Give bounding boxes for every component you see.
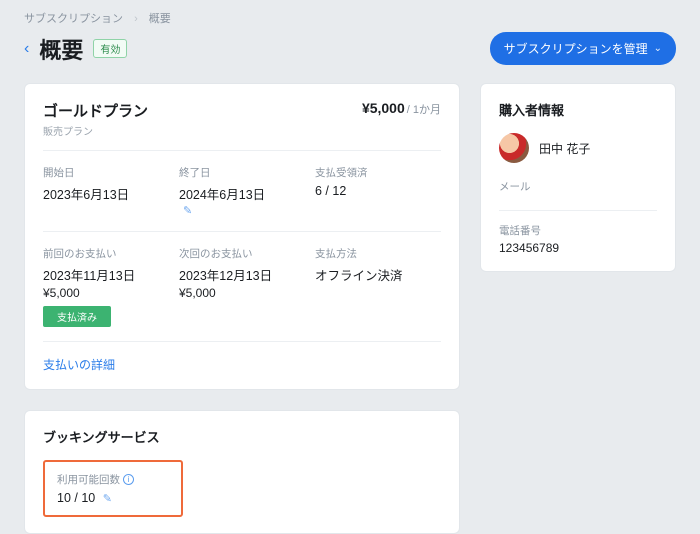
plan-name: ゴールドプラン [43, 100, 148, 121]
breadcrumb: サブスクリプション › 概要 [24, 10, 676, 26]
status-badge: 有効 [93, 39, 127, 58]
end-date-label: 終了日 [179, 165, 305, 180]
booking-card: ブッキングサービス 利用可能回数 i 10 / 10 ✎ [24, 410, 460, 534]
plan-period: / 1か月 [407, 104, 441, 116]
available-uses-box: 利用可能回数 i 10 / 10 ✎ [43, 460, 183, 517]
next-payment-date: 2023年12月13日 [179, 265, 305, 284]
phone-label: 電話番号 [499, 223, 657, 238]
breadcrumb-root[interactable]: サブスクリプション [24, 13, 123, 25]
available-uses-label: 利用可能回数 [57, 472, 120, 487]
pencil-icon[interactable]: ✎ [183, 204, 192, 217]
next-payment-label: 次回のお支払い [179, 246, 305, 261]
paid-badge: 支払済み [43, 306, 111, 327]
breadcrumb-current: 概要 [149, 13, 171, 25]
phone-value: 123456789 [499, 241, 657, 255]
chevron-down-icon: ⌄ [654, 43, 662, 54]
email-value [499, 197, 657, 211]
manage-subscription-label: サブスクリプションを管理 [504, 40, 648, 57]
page-title: 概要 [39, 33, 83, 65]
email-label: メール [499, 179, 657, 194]
info-icon[interactable]: i [123, 474, 134, 485]
buyer-title: 購入者情報 [499, 100, 657, 119]
avatar [499, 133, 529, 163]
buyer-name[interactable]: 田中 花子 [539, 140, 590, 157]
start-date-value: 2023年6月13日 [43, 184, 169, 203]
buyer-card: 購入者情報 田中 花子 メール 電話番号 123456789 [480, 83, 676, 272]
prev-payment-amount: ¥5,000 [43, 286, 169, 300]
plan-card: ゴールドプラン 販売プラン ¥5,000/ 1か月 開始日 2023年6月13日… [24, 83, 460, 390]
manage-subscription-button[interactable]: サブスクリプションを管理 ⌄ [490, 32, 676, 65]
end-date-value: 2024年6月13日 [179, 188, 265, 202]
next-payment-amount: ¥5,000 [179, 286, 305, 300]
payment-details-link[interactable]: 支払いの詳細 [43, 358, 115, 372]
back-icon[interactable]: ‹ [24, 40, 29, 58]
prev-payment-label: 前回のお支払い [43, 246, 169, 261]
chevron-right-icon: › [134, 13, 138, 25]
available-uses-value: 10 / 10 [57, 491, 95, 505]
plan-sub: 販売プラン [43, 123, 148, 138]
payment-method-value: オフライン決済 [315, 265, 441, 284]
plan-price: ¥5,000 [362, 100, 405, 116]
prev-payment-date: 2023年11月13日 [43, 265, 169, 284]
payments-received-value: 6 / 12 [315, 184, 441, 198]
pencil-icon[interactable]: ✎ [103, 492, 112, 505]
start-date-label: 開始日 [43, 165, 169, 180]
payments-received-label: 支払受領済 [315, 165, 441, 180]
booking-title: ブッキングサービス [43, 427, 441, 446]
payment-method-label: 支払方法 [315, 246, 441, 261]
